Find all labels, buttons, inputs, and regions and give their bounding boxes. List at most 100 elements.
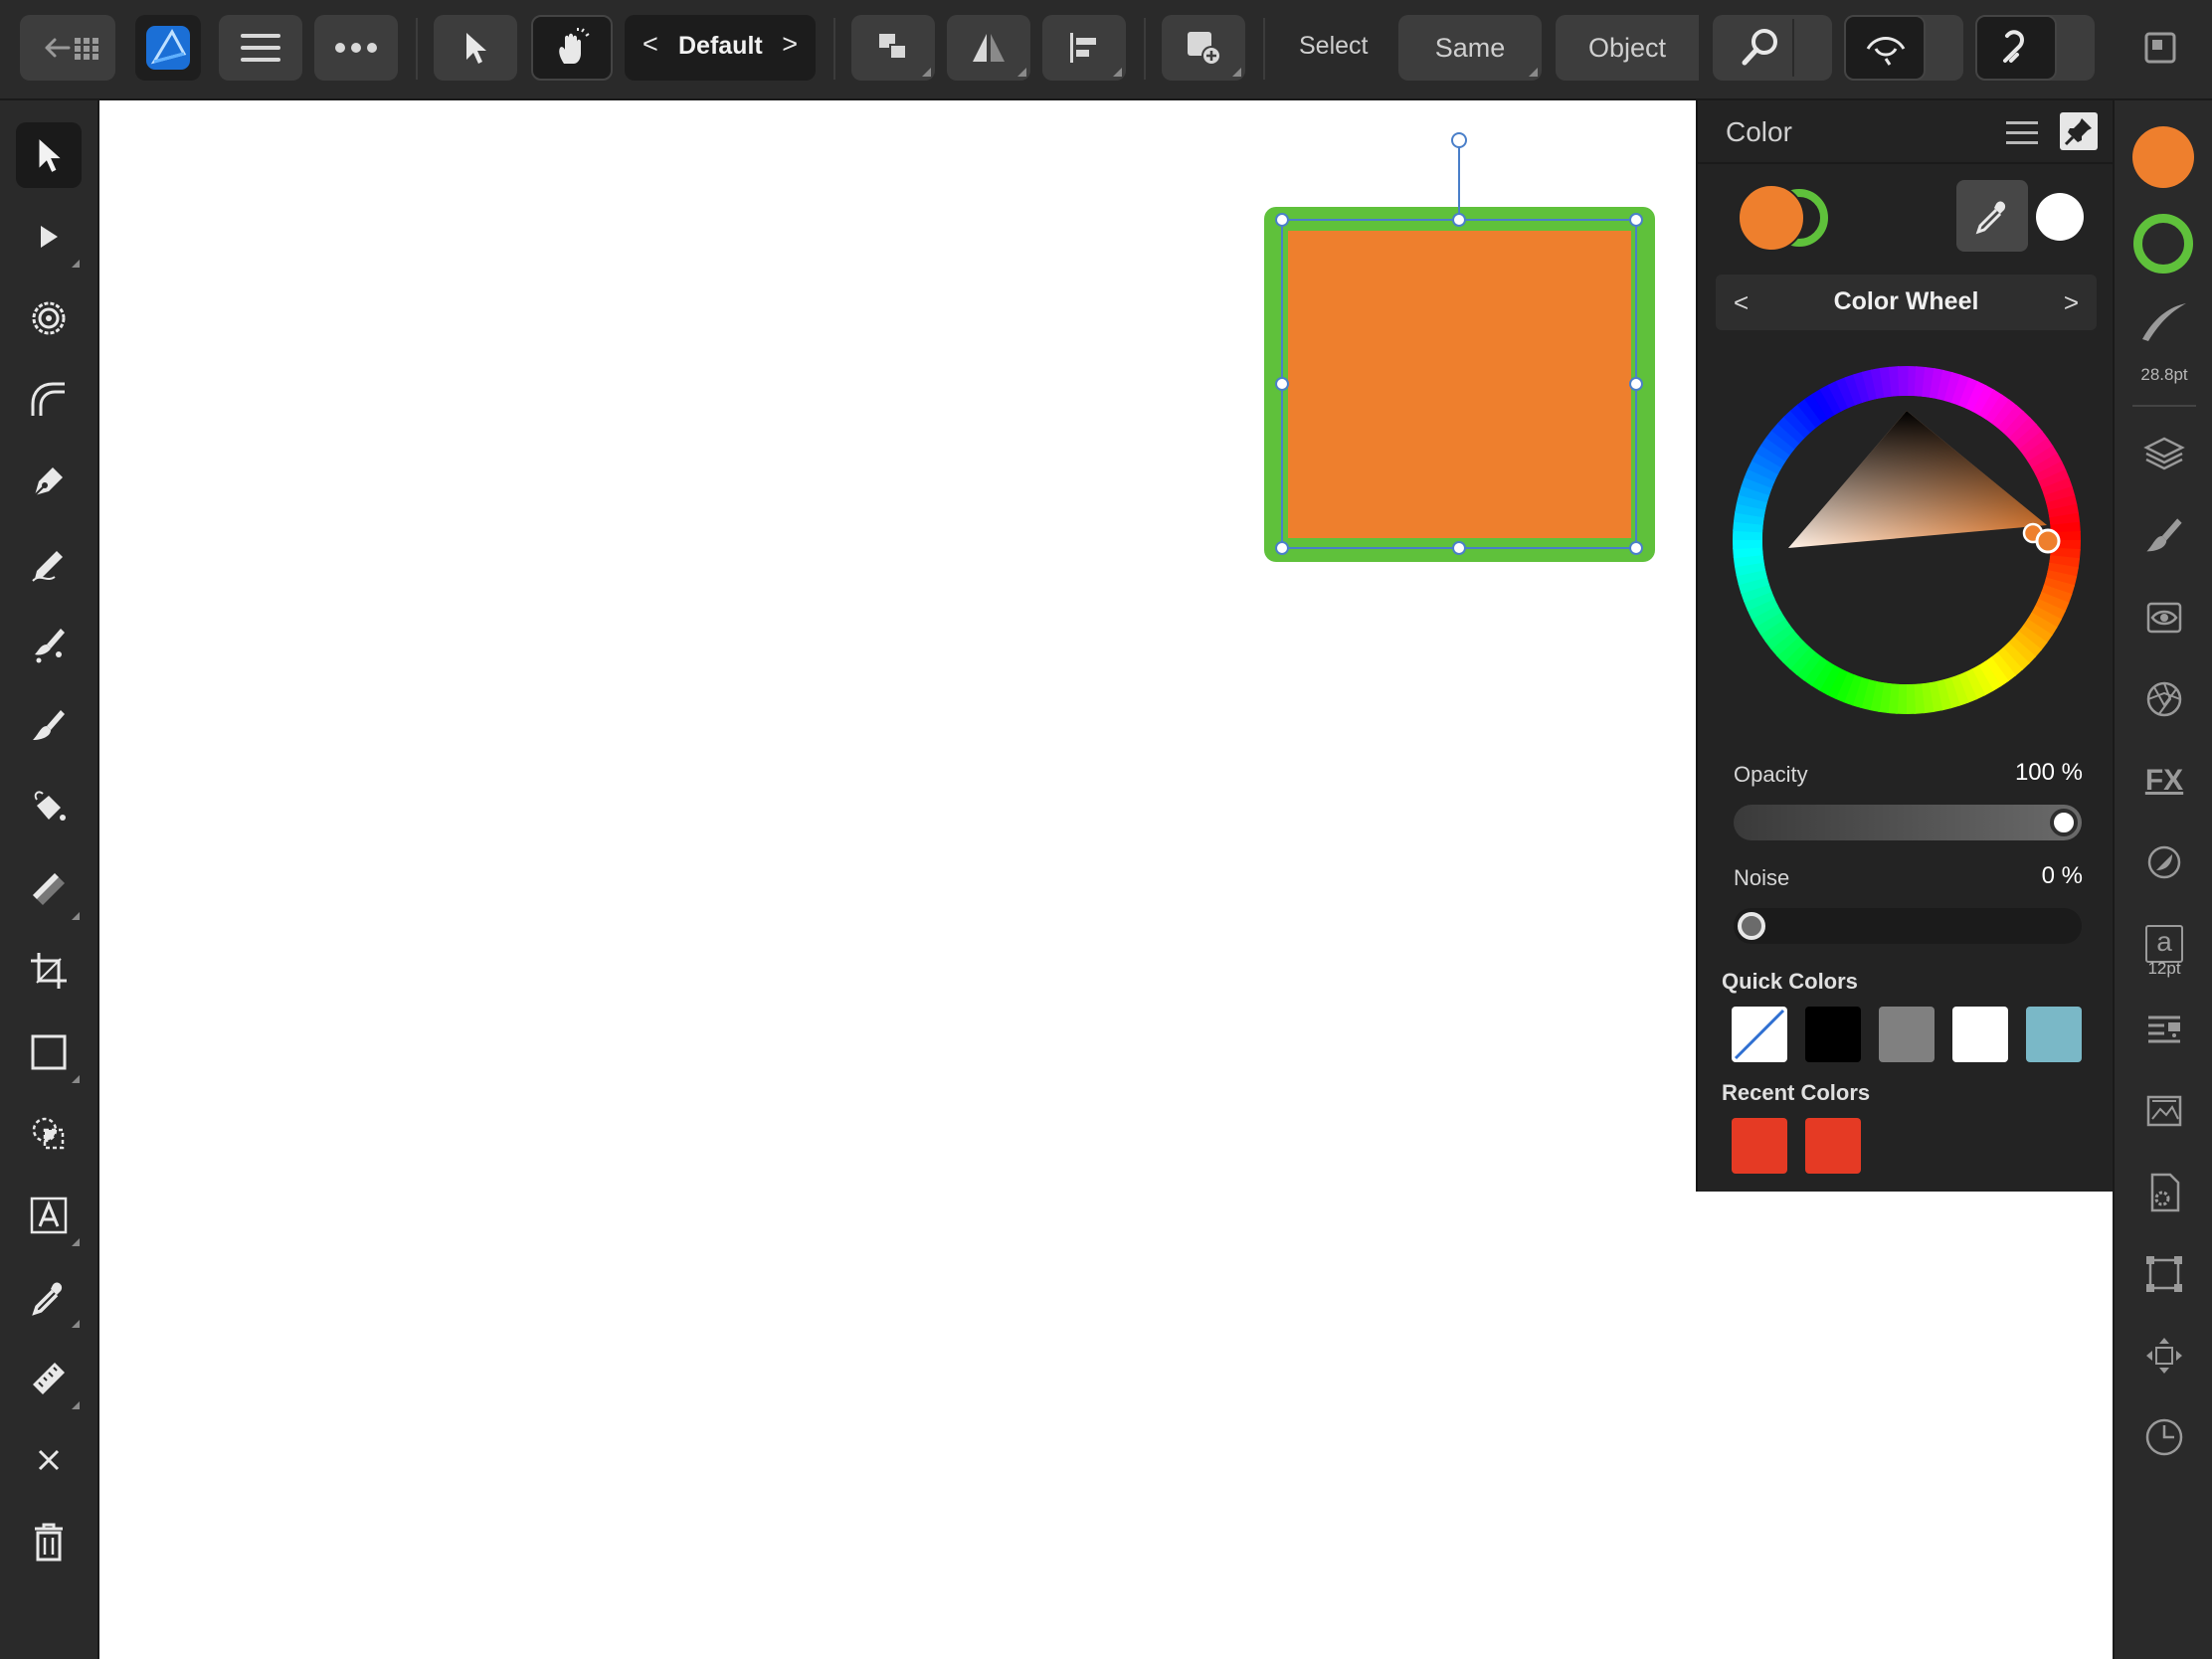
mode-next-button[interactable]: > <box>2064 287 2079 318</box>
fx-panel-button[interactable]: FX <box>2130 747 2198 815</box>
panel-menu-button[interactable] <box>2002 114 2042 150</box>
snapping-button[interactable] <box>1975 15 2095 81</box>
quick-color-swatch[interactable] <box>1805 1007 1861 1062</box>
window-button[interactable] <box>2140 28 2180 68</box>
main-menu-button[interactable] <box>219 15 302 81</box>
brushes-panel-button[interactable] <box>2130 502 2198 570</box>
opacity-slider[interactable] <box>1734 805 2082 840</box>
artistic-text-tool[interactable] <box>16 1183 82 1248</box>
stroke-width-button[interactable] <box>2138 299 2190 343</box>
noise-slider-thumb[interactable] <box>1738 912 1765 940</box>
window-icon <box>2144 32 2176 64</box>
color-wheel[interactable] <box>1733 366 2081 714</box>
flip-button[interactable] <box>947 15 1030 81</box>
more-dots-icon <box>335 43 377 53</box>
resize-handle[interactable] <box>1629 541 1643 555</box>
opacity-label: Opacity <box>1734 762 1808 787</box>
resize-handle[interactable] <box>1629 213 1643 227</box>
noise-slider[interactable] <box>1734 908 2082 944</box>
quick-color-swatch[interactable] <box>1732 1007 1787 1062</box>
toolbar-separator <box>833 18 835 80</box>
history-panel-button[interactable] <box>2130 1403 2198 1471</box>
move-tool[interactable] <box>16 122 82 188</box>
add-shape-button[interactable] <box>1162 15 1245 81</box>
shape-builder-icon <box>32 1117 65 1150</box>
back-to-documents-button[interactable] <box>20 15 115 81</box>
move-panel-button[interactable] <box>2130 1322 2198 1389</box>
resize-handle[interactable] <box>1629 377 1643 391</box>
recent-color-swatch[interactable] <box>1805 1118 1861 1174</box>
document-settings-button[interactable] <box>2130 1159 2198 1226</box>
flip-icon <box>973 34 1005 62</box>
zoom-icon <box>1742 29 1777 66</box>
view-mode-button[interactable] <box>1844 15 1963 81</box>
effects-panel-button[interactable] <box>2130 665 2198 733</box>
touch-mode-button[interactable] <box>531 15 613 81</box>
recent-color-swatch[interactable] <box>1732 1118 1787 1174</box>
rectangle-icon <box>31 1034 67 1070</box>
preset-next-button[interactable]: > <box>782 29 798 60</box>
color-mode-selector[interactable]: < Color Wheel > <box>1716 275 2097 330</box>
selected-rectangle[interactable] <box>1253 120 1681 578</box>
pencil-tool[interactable] <box>16 530 82 596</box>
close-tool[interactable] <box>16 1427 82 1493</box>
add-shape-icon <box>1188 32 1221 66</box>
arrange-icon <box>879 34 907 60</box>
crop-tool[interactable] <box>16 938 82 1004</box>
adjustments-panel-button[interactable] <box>2130 584 2198 651</box>
picked-color-swatch[interactable] <box>2036 193 2084 241</box>
delete-tool[interactable] <box>16 1509 82 1574</box>
align-button[interactable] <box>1042 15 1126 81</box>
fill-tool[interactable] <box>16 775 82 840</box>
quick-color-swatch[interactable] <box>2026 1007 2082 1062</box>
assets-panel-button[interactable] <box>2130 1077 2198 1145</box>
color-picker-tool[interactable] <box>16 1264 82 1330</box>
layers-panel-button[interactable] <box>2130 421 2198 488</box>
select-same-label: Same <box>1434 32 1506 63</box>
persona-button[interactable] <box>135 15 201 81</box>
studio-fill-swatch[interactable] <box>2132 126 2194 188</box>
styles-icon <box>2147 845 2181 879</box>
select-object-button[interactable]: Object <box>1556 15 1699 81</box>
vector-brush-tool[interactable] <box>16 612 82 677</box>
panel-eyedropper-button[interactable] <box>1956 180 2028 252</box>
opacity-slider-thumb[interactable] <box>2050 809 2078 836</box>
more-button[interactable] <box>314 15 398 81</box>
document-canvas[interactable] <box>99 100 1696 1659</box>
studio-stroke-swatch[interactable] <box>2133 214 2193 274</box>
select-same-button[interactable]: Same <box>1398 15 1542 81</box>
transparency-tool[interactable] <box>16 856 82 922</box>
corner-tool[interactable] <box>16 367 82 433</box>
arrange-button[interactable] <box>851 15 935 81</box>
measure-tool[interactable] <box>16 1346 82 1411</box>
resize-handle[interactable] <box>1275 541 1289 555</box>
node-tool[interactable] <box>16 204 82 270</box>
pin-panel-button[interactable] <box>2060 112 2098 150</box>
fill-stroke-selector[interactable] <box>1734 180 1845 260</box>
rectangle-tool[interactable] <box>16 1019 82 1085</box>
resize-handle[interactable] <box>1275 213 1289 227</box>
resize-handle[interactable] <box>1452 541 1466 555</box>
paragraph-panel-button[interactable] <box>2130 996 2198 1063</box>
pen-tool[interactable] <box>16 449 82 514</box>
resize-handle[interactable] <box>1452 213 1466 227</box>
move-mode-button[interactable] <box>434 15 517 81</box>
transform-panel-button[interactable] <box>2130 1240 2198 1308</box>
hue-handle[interactable] <box>2035 528 2061 554</box>
brush-tool[interactable] <box>16 693 82 759</box>
rotation-handle[interactable] <box>1451 132 1467 148</box>
zoom-button[interactable] <box>1713 15 1832 81</box>
hand-touch-icon <box>559 28 590 64</box>
preset-selector[interactable]: < Default > <box>625 15 816 81</box>
resize-handle[interactable] <box>1275 377 1289 391</box>
preset-prev-button[interactable]: < <box>643 29 658 60</box>
history-icon <box>2145 1418 2183 1456</box>
ruler-icon <box>33 1363 65 1394</box>
contour-tool[interactable] <box>16 285 82 351</box>
quick-color-swatch[interactable] <box>1952 1007 2008 1062</box>
tools-panel <box>0 100 99 1659</box>
shape-builder-tool[interactable] <box>16 1101 82 1167</box>
styles-panel-button[interactable] <box>2130 829 2198 896</box>
back-arrow-grid-icon <box>45 38 98 60</box>
quick-color-swatch[interactable] <box>1879 1007 1935 1062</box>
